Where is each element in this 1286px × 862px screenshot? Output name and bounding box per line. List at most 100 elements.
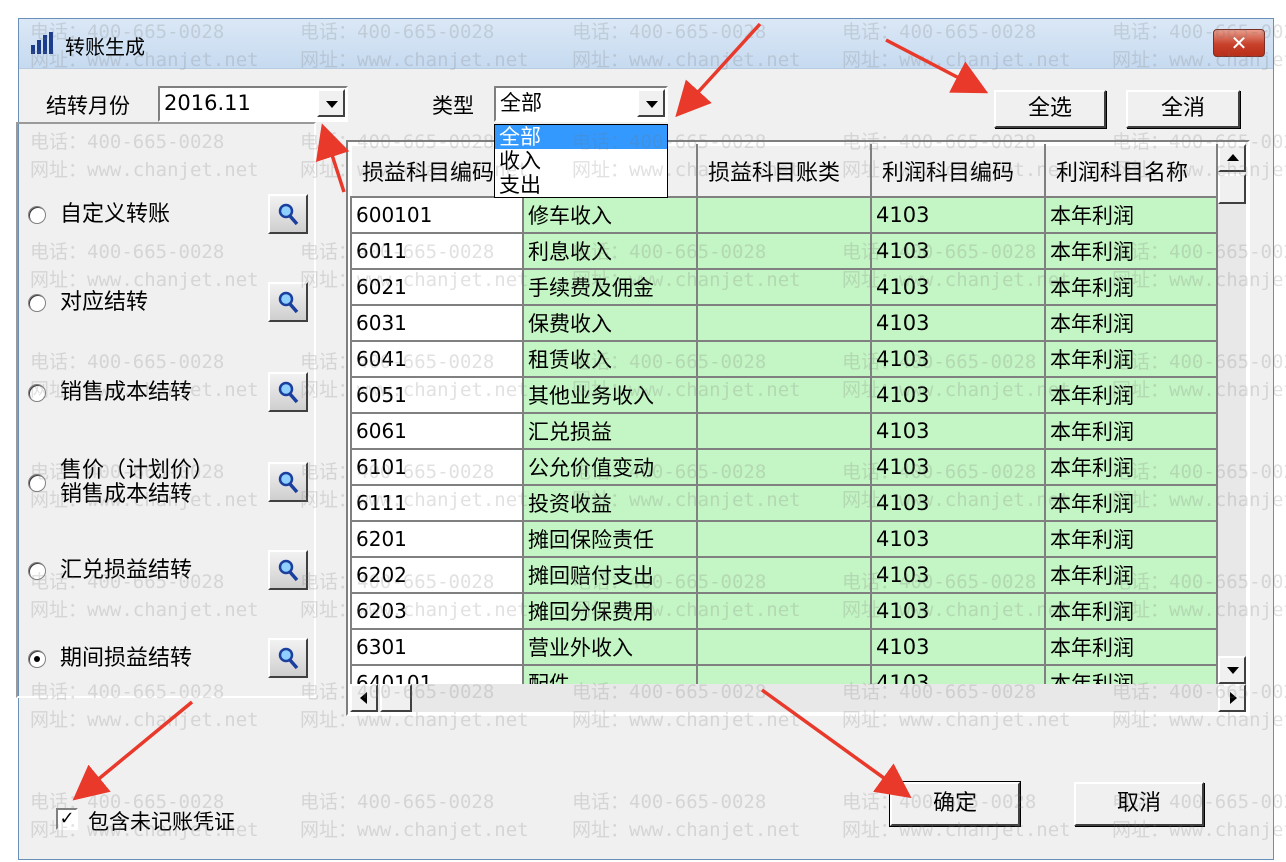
table-cell[interactable]: 本年利润 — [1044, 520, 1218, 558]
table-cell[interactable]: 4103 — [870, 196, 1046, 234]
select-all-button[interactable]: 全选 — [994, 90, 1106, 128]
search-icon[interactable] — [268, 282, 308, 322]
search-icon[interactable] — [268, 372, 308, 412]
table-cell[interactable]: 4103 — [870, 628, 1046, 666]
table-row[interactable]: 6051 其他业务收入 4103 本年利润 — [350, 376, 1218, 414]
table-cell[interactable]: 修车收入 — [522, 196, 698, 234]
table-cell[interactable] — [696, 232, 872, 270]
column-header[interactable]: 损益科目账类 — [696, 144, 872, 198]
ok-button[interactable]: 确定 — [889, 781, 1021, 827]
column-header[interactable]: 利润科目编码 — [870, 144, 1046, 198]
include-unposted-checkbox[interactable]: ✓ — [56, 808, 78, 830]
option-correspondence-transfer[interactable]: 对应结转 — [28, 282, 308, 328]
table-cell[interactable]: 6201 — [350, 520, 524, 558]
table-cell[interactable] — [696, 268, 872, 306]
month-select[interactable]: 2016.11 — [158, 86, 348, 122]
table-cell[interactable]: 投资收益 — [522, 484, 698, 522]
table-cell[interactable]: 4103 — [870, 268, 1046, 306]
table-row[interactable]: 600101 修车收入 4103 本年利润 — [350, 196, 1218, 234]
table-row[interactable]: 6021 手续费及佣金 4103 本年利润 — [350, 268, 1218, 306]
close-button[interactable]: ✕ — [1213, 29, 1265, 57]
table-cell[interactable] — [696, 448, 872, 486]
table-cell[interactable]: 本年利润 — [1044, 412, 1218, 450]
table-cell[interactable]: 本年利润 — [1044, 340, 1218, 378]
table-row[interactable]: 6101 公允价值变动 4103 本年利润 — [350, 448, 1218, 486]
table-cell[interactable]: 6101 — [350, 448, 524, 486]
option-custom-transfer[interactable]: 自定义转账 — [28, 194, 308, 240]
table-cell[interactable]: 保费收入 — [522, 304, 698, 342]
table-row[interactable]: 6202 摊回赔付支出 4103 本年利润 — [350, 556, 1218, 594]
table-cell[interactable]: 公允价值变动 — [522, 448, 698, 486]
column-header[interactable]: 利润科目名称 — [1044, 144, 1218, 198]
table-cell[interactable]: 4103 — [870, 412, 1046, 450]
table-row[interactable]: 6201 摊回保险责任 4103 本年利润 — [350, 520, 1218, 558]
table-row[interactable]: 6203 摊回分保费用 4103 本年利润 — [350, 592, 1218, 630]
table-cell[interactable]: 6301 — [350, 628, 524, 666]
table-row[interactable]: 6111 投资收益 4103 本年利润 — [350, 484, 1218, 522]
table-cell[interactable] — [696, 340, 872, 378]
table-cell[interactable]: 4103 — [870, 448, 1046, 486]
chevron-down-icon[interactable] — [637, 89, 665, 117]
table-cell[interactable] — [696, 592, 872, 630]
type-select[interactable]: 全部 — [494, 86, 668, 122]
table-cell[interactable]: 4103 — [870, 340, 1046, 378]
table-row[interactable]: 6031 保费收入 4103 本年利润 — [350, 304, 1218, 342]
table-cell[interactable]: 本年利润 — [1044, 232, 1218, 270]
radio-button[interactable] — [28, 562, 46, 580]
table-cell[interactable] — [696, 304, 872, 342]
option-sales-cost-transfer[interactable]: 销售成本结转 — [28, 372, 308, 418]
scroll-down-icon[interactable] — [1218, 656, 1246, 684]
table-cell[interactable] — [696, 412, 872, 450]
search-icon[interactable] — [268, 550, 308, 590]
table-cell[interactable]: 摊回分保费用 — [522, 592, 698, 630]
table-cell[interactable]: 6021 — [350, 268, 524, 306]
table-cell[interactable]: 营业外收入 — [522, 628, 698, 666]
table-cell[interactable]: 本年利润 — [1044, 592, 1218, 630]
scroll-left-icon[interactable] — [350, 684, 378, 712]
table-row[interactable]: 6301 营业外收入 4103 本年利润 — [350, 628, 1218, 666]
table-cell[interactable]: 本年利润 — [1044, 448, 1218, 486]
search-icon[interactable] — [268, 194, 308, 234]
title-bar[interactable]: 转账生成 ✕ — [19, 19, 1273, 69]
scroll-right-icon[interactable] — [1218, 684, 1246, 712]
type-option[interactable]: 收入 — [495, 149, 667, 173]
vertical-scrollbar[interactable] — [1218, 144, 1246, 684]
table-cell[interactable]: 4103 — [870, 520, 1046, 558]
table-cell[interactable] — [696, 376, 872, 414]
table-row[interactable]: 6041 租赁收入 4103 本年利润 — [350, 340, 1218, 378]
table-cell[interactable]: 4103 — [870, 592, 1046, 630]
table-cell[interactable]: 4103 — [870, 232, 1046, 270]
table-cell[interactable] — [696, 556, 872, 594]
table-cell[interactable]: 其他业务收入 — [522, 376, 698, 414]
option-exchange-gain-loss-transfer[interactable]: 汇兑损益结转 — [28, 550, 308, 596]
table-cell[interactable]: 600101 — [350, 196, 524, 234]
radio-button[interactable] — [28, 474, 46, 492]
table-cell[interactable]: 6111 — [350, 484, 524, 522]
table-cell[interactable]: 6202 — [350, 556, 524, 594]
table-cell[interactable]: 6041 — [350, 340, 524, 378]
table-cell[interactable]: 4103 — [870, 376, 1046, 414]
table-cell[interactable] — [696, 484, 872, 522]
scroll-thumb[interactable] — [1218, 174, 1246, 204]
scroll-thumb[interactable] — [380, 684, 412, 712]
table-cell[interactable]: 本年利润 — [1044, 304, 1218, 342]
horizontal-scrollbar[interactable] — [350, 684, 1246, 712]
table-cell[interactable] — [696, 520, 872, 558]
table-cell[interactable]: 手续费及佣金 — [522, 268, 698, 306]
radio-button[interactable] — [28, 206, 46, 224]
table-cell[interactable]: 本年利润 — [1044, 268, 1218, 306]
table-cell[interactable]: 4103 — [870, 484, 1046, 522]
table-cell[interactable]: 6011 — [350, 232, 524, 270]
table-cell[interactable]: 本年利润 — [1044, 196, 1218, 234]
option-planned-price-sales-cost-transfer[interactable]: 售价（计划价） 销售成本结转 — [28, 458, 308, 512]
cancel-button[interactable]: 取消 — [1074, 782, 1204, 826]
search-icon[interactable] — [268, 638, 308, 678]
radio-button[interactable] — [28, 384, 46, 402]
table-row[interactable]: 6061 汇兑损益 4103 本年利润 — [350, 412, 1218, 450]
table-cell[interactable]: 6031 — [350, 304, 524, 342]
table-cell[interactable]: 4103 — [870, 304, 1046, 342]
table-cell[interactable]: 本年利润 — [1044, 484, 1218, 522]
table-cell[interactable] — [696, 196, 872, 234]
table-cell[interactable]: 本年利润 — [1044, 628, 1218, 666]
table-cell[interactable]: 利息收入 — [522, 232, 698, 270]
